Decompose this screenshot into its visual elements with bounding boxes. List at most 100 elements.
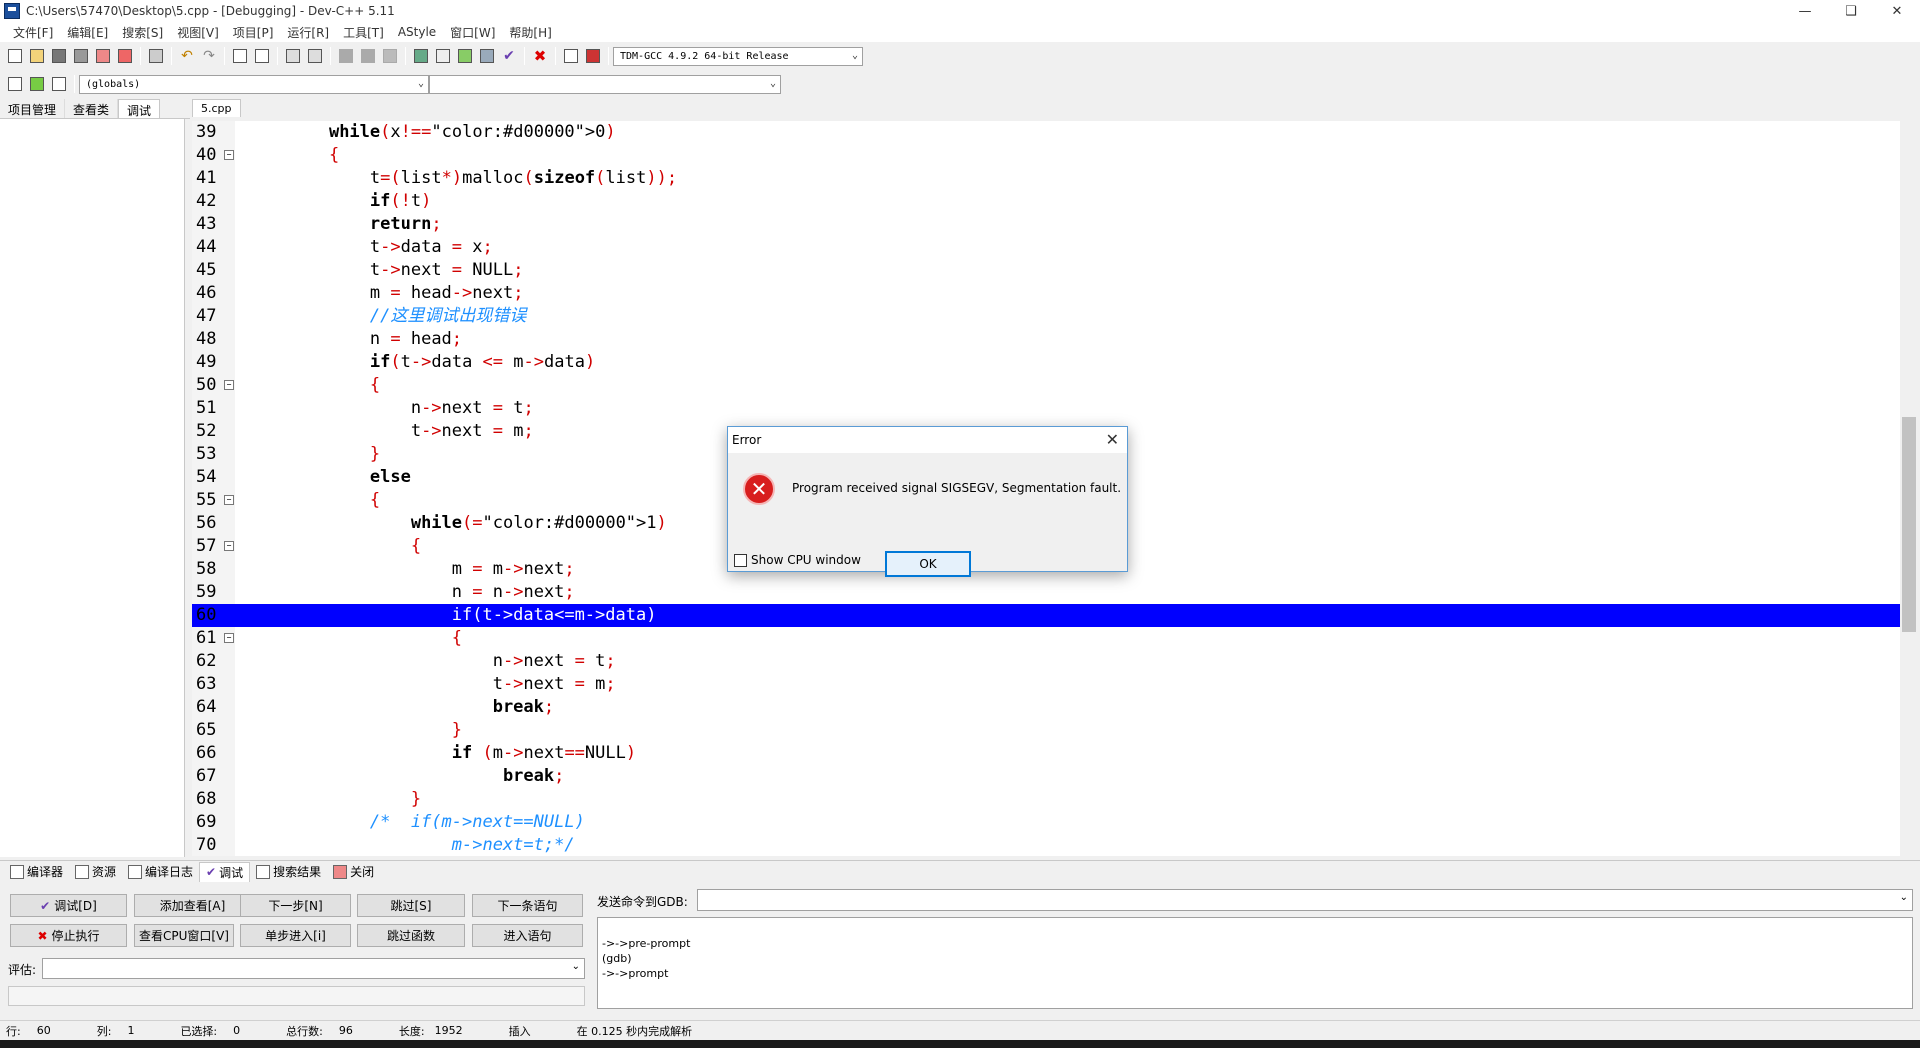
menu-run[interactable]: 运行[R]: [280, 24, 336, 41]
cpu-window-button[interactable]: 查看CPU窗口[V]: [134, 924, 234, 947]
indent-button[interactable]: [283, 46, 303, 66]
scrollbar-thumb[interactable]: [1902, 417, 1916, 632]
stop-execution-button[interactable]: ✖ 停止执行: [10, 924, 127, 947]
scope-select[interactable]: (globals) ⌄: [79, 74, 429, 94]
menu-edit[interactable]: 编辑[E]: [60, 24, 115, 41]
code-line[interactable]: 62 n->next = t;: [192, 650, 1900, 673]
code-line[interactable]: 49 if(t->data <= m->data): [192, 351, 1900, 374]
eval-output-scrollbar[interactable]: [8, 986, 585, 1006]
file-tab[interactable]: 5.cpp: [192, 99, 241, 117]
insert-button[interactable]: [5, 74, 25, 94]
replace-button[interactable]: [252, 46, 272, 66]
add-watch-button[interactable]: 添加查看[A]: [134, 894, 251, 917]
code-line[interactable]: 68 }: [192, 788, 1900, 811]
compile-button[interactable]: [411, 46, 431, 66]
debug-watch-pane[interactable]: [0, 119, 185, 857]
new-file-button[interactable]: [5, 46, 25, 66]
code-line[interactable]: 44 t->data = x;: [192, 236, 1900, 259]
compile-run-button[interactable]: [455, 46, 475, 66]
forward-button[interactable]: [358, 46, 378, 66]
goto-bookmark-button[interactable]: [49, 74, 69, 94]
tab-search-results[interactable]: 搜索结果: [250, 862, 327, 882]
code-line[interactable]: 69 /* if(m->next==NULL): [192, 811, 1900, 834]
rebuild-button[interactable]: [477, 46, 497, 66]
code-line[interactable]: 51 n->next = t;: [192, 397, 1900, 420]
fold-toggle-icon[interactable]: −: [224, 380, 234, 390]
run-button[interactable]: [433, 46, 453, 66]
menu-window[interactable]: 窗口[W]: [443, 24, 502, 41]
code-line[interactable]: 46 m = head->next;: [192, 282, 1900, 305]
menu-view[interactable]: 视图[V]: [170, 24, 226, 41]
code-line[interactable]: 61− {: [192, 627, 1900, 650]
eval-input[interactable]: ⌄: [42, 958, 585, 979]
open-button[interactable]: [27, 46, 47, 66]
menu-search[interactable]: 搜索[S]: [115, 24, 170, 41]
code-line[interactable]: 65 }: [192, 719, 1900, 742]
code-line[interactable]: 42 if(!t): [192, 190, 1900, 213]
code-line[interactable]: 43 return;: [192, 213, 1900, 236]
undo-button[interactable]: ↶: [177, 46, 197, 66]
print-button[interactable]: [146, 46, 166, 66]
bookmark-button[interactable]: [380, 46, 400, 66]
tab-compiler[interactable]: 编译器: [4, 862, 69, 882]
menu-help[interactable]: 帮助[H]: [502, 24, 558, 41]
close-all-button[interactable]: [115, 46, 135, 66]
show-cpu-checkbox[interactable]: [734, 553, 747, 567]
restore-button[interactable]: ❑: [1828, 0, 1874, 22]
dialog-close-button[interactable]: ✕: [1106, 430, 1119, 449]
editor-scrollbar[interactable]: [1900, 121, 1918, 856]
tab-debug[interactable]: 调试: [118, 99, 161, 118]
tab-debug-bottom[interactable]: ✔ 调试: [199, 861, 251, 882]
next-statement-button[interactable]: 下一条语句: [472, 894, 583, 917]
debug-button-toolbar[interactable]: [583, 46, 603, 66]
code-line[interactable]: 60 if(t->data<=m->data): [192, 604, 1900, 627]
back-button[interactable]: [336, 46, 356, 66]
debug-button[interactable]: ✔ 调试[D]: [10, 894, 127, 917]
minimize-button[interactable]: —: [1782, 0, 1828, 22]
tab-classes[interactable]: 查看类: [65, 99, 119, 118]
gdb-command-input[interactable]: ⌄: [697, 889, 1913, 911]
skip-function-button[interactable]: 跳过函数: [357, 924, 465, 947]
close-window-button[interactable]: ✕: [1874, 0, 1920, 22]
menu-astyle[interactable]: AStyle: [391, 25, 443, 39]
tab-compile-log[interactable]: 编译日志: [122, 862, 199, 882]
tab-resources[interactable]: 资源: [69, 862, 122, 882]
fold-toggle-icon[interactable]: −: [224, 495, 234, 505]
close-file-button[interactable]: [93, 46, 113, 66]
profile-button[interactable]: [561, 46, 581, 66]
check-syntax-button[interactable]: ✔: [499, 46, 519, 66]
code-line[interactable]: 41 t=(list*)malloc(sizeof(list));: [192, 167, 1900, 190]
compiler-select[interactable]: TDM-GCC 4.9.2 64-bit Release ⌄: [613, 46, 863, 66]
redo-button[interactable]: ↷: [199, 46, 219, 66]
menu-tools[interactable]: 工具[T]: [336, 24, 391, 41]
code-line[interactable]: 67 break;: [192, 765, 1900, 788]
code-line[interactable]: 47 //这里调试出现错误: [192, 305, 1900, 328]
code-line[interactable]: 39 while(x!=="color:#d00000">0): [192, 121, 1900, 144]
code-line[interactable]: 63 t->next = m;: [192, 673, 1900, 696]
into-statement-button[interactable]: 进入语句: [472, 924, 583, 947]
code-line[interactable]: 50− {: [192, 374, 1900, 397]
tab-close[interactable]: 关闭: [327, 862, 380, 882]
show-cpu-checkbox-row[interactable]: Show CPU window: [734, 553, 861, 567]
next-step-button[interactable]: 下一步[N]: [240, 894, 351, 917]
code-line[interactable]: 40− {: [192, 144, 1900, 167]
skip-button[interactable]: 跳过[S]: [357, 894, 465, 917]
code-line[interactable]: 45 t->next = NULL;: [192, 259, 1900, 282]
save-all-button[interactable]: [71, 46, 91, 66]
code-line[interactable]: 59 n = n->next;: [192, 581, 1900, 604]
tab-project[interactable]: 项目管理: [0, 99, 66, 118]
fold-toggle-icon[interactable]: −: [224, 150, 234, 160]
code-line[interactable]: 48 n = head;: [192, 328, 1900, 351]
code-line[interactable]: 66 if (m->next==NULL): [192, 742, 1900, 765]
fold-toggle-icon[interactable]: −: [224, 633, 234, 643]
fold-toggle-icon[interactable]: −: [224, 541, 234, 551]
code-line[interactable]: 64 break;: [192, 696, 1900, 719]
member-select[interactable]: ⌄: [429, 74, 781, 94]
step-into-button[interactable]: 单步进入[i]: [240, 924, 351, 947]
code-line[interactable]: 70 m->next=t;*/: [192, 834, 1900, 856]
toggle-bookmark-button[interactable]: [27, 74, 47, 94]
find-button[interactable]: [230, 46, 250, 66]
stop-button[interactable]: ✖: [530, 46, 550, 66]
menu-file[interactable]: 文件[F]: [6, 24, 60, 41]
goto-line-button[interactable]: [305, 46, 325, 66]
